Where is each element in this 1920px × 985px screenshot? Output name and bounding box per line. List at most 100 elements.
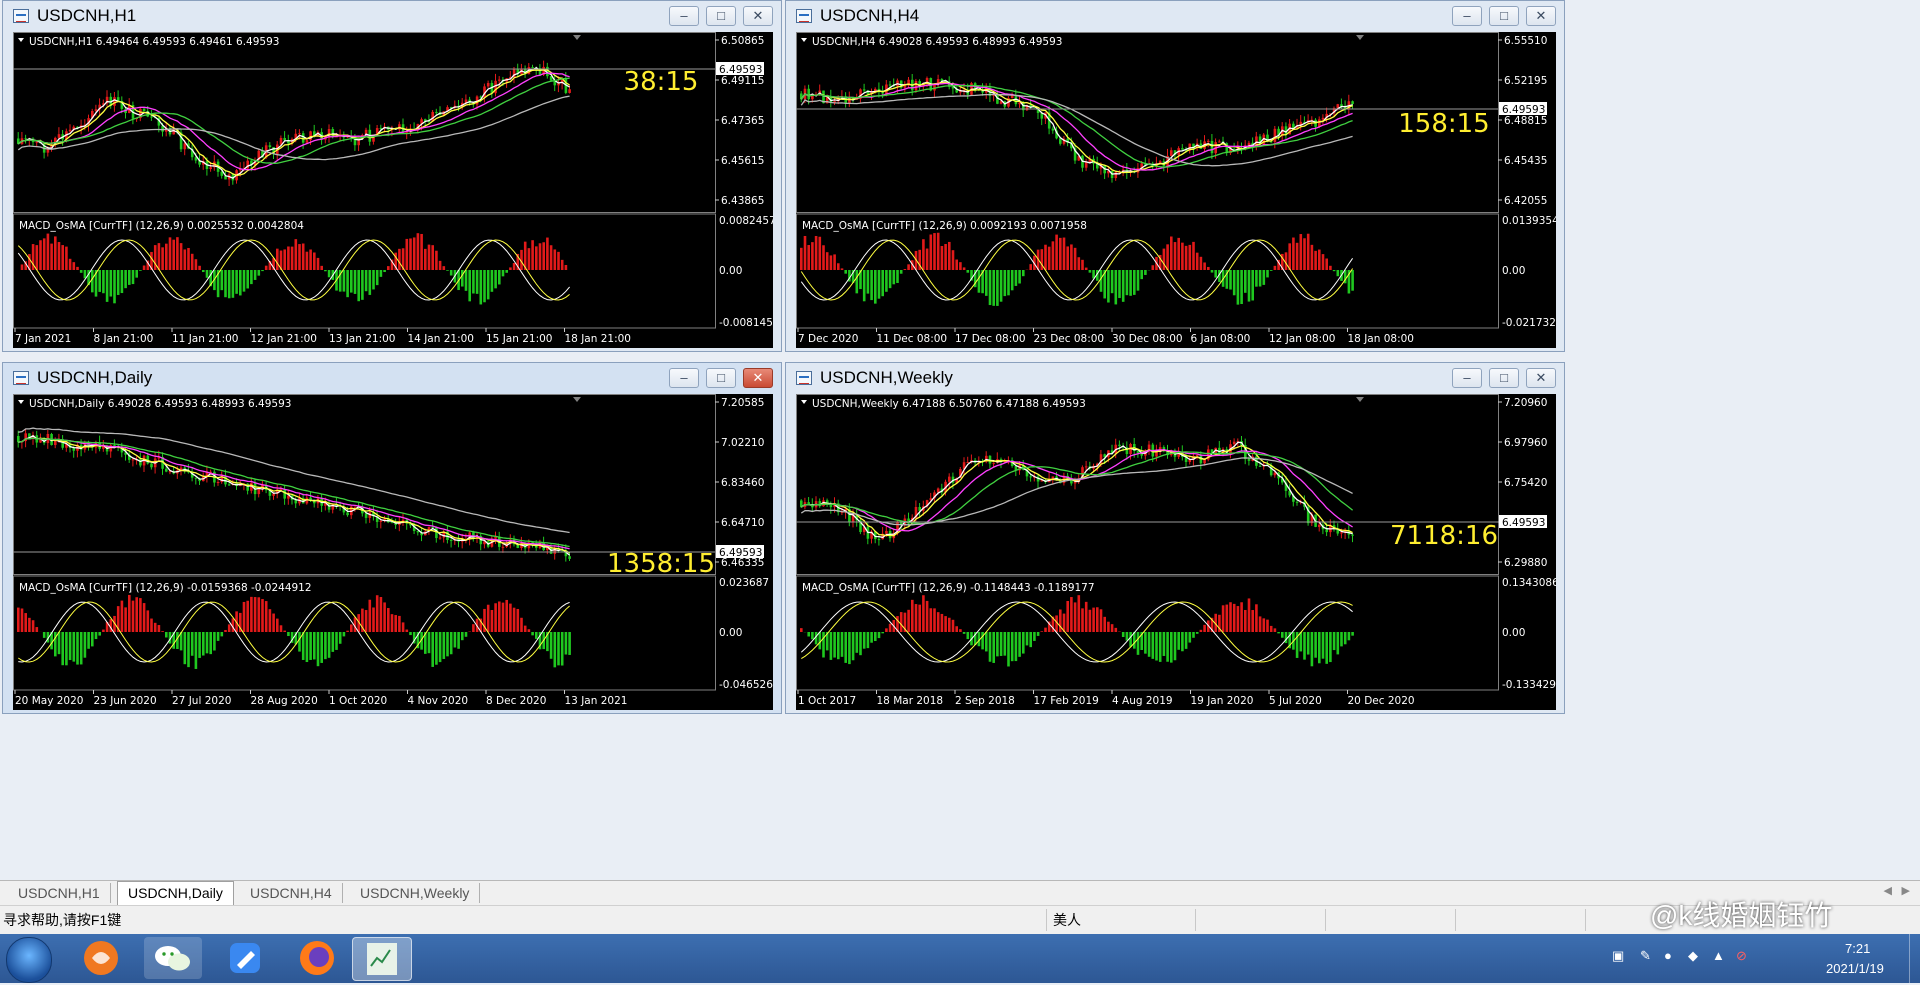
taskbar-app-metatrader-icon[interactable] [352,937,412,981]
candle-body [502,547,505,548]
macd-axis-label: -0.0217328 [1502,317,1556,329]
window-titlebar[interactable]: USDCNH,H4 – □ ✕ [786,1,1564,31]
maximize-button[interactable]: □ [1489,6,1519,26]
minimize-button[interactable]: – [1452,368,1482,388]
candle-body [1325,529,1328,532]
candle-body [17,436,20,442]
macd-histogram-bar [1055,235,1058,270]
tab-weekly[interactable]: USDCNH,Weekly [350,883,480,903]
tray-network-icon[interactable]: ▲ [1712,948,1725,963]
macd-histogram-bar [332,632,335,652]
price-axis-label: 6.64710 [721,517,764,529]
tray-shield-icon[interactable]: ◆ [1688,948,1698,964]
candle-body [450,540,453,541]
macd-histogram-bar [989,632,992,662]
chart-window-weekly[interactable]: USDCNH,Weekly – □ ✕ USDCNH,Weekly 6.4718… [785,362,1565,714]
chart-header-text: USDCNH,Weekly 6.47188 6.50760 6.47188 6.… [812,398,1086,410]
macd-histogram-bar [907,610,910,632]
macd-histogram-bar [874,632,877,641]
macd-histogram-bar [98,270,101,292]
window-titlebar[interactable]: USDCNH,Daily – □ ✕ [3,363,781,393]
minimize-button[interactable]: – [669,6,699,26]
date-axis-label: 1 Oct 2020 [329,695,387,707]
show-desktop-button[interactable] [1909,934,1920,983]
macd-histogram-bar [150,619,153,632]
candle-body [881,92,884,93]
macd-histogram-bar [61,632,64,665]
chart-window-daily[interactable]: USDCNH,Daily – □ ✕ USDCNH,Daily 6.49028 … [2,362,782,714]
tab-daily[interactable]: USDCNH,Daily [117,881,234,905]
tab-scroll-left-icon[interactable]: ◀ [1884,884,1892,897]
macd-histogram-bar [926,601,929,632]
chart-area[interactable]: USDCNH,Daily 6.49028 6.49593 6.48993 6.4… [13,394,773,710]
minimize-button[interactable]: – [1452,6,1482,26]
chart-window-h4[interactable]: USDCNH,H4 – □ ✕ USDCNH,H4 6.49028 6.4959… [785,0,1565,352]
candle-body [1322,118,1325,120]
macd-histogram-bar [1222,605,1225,632]
maximize-button[interactable]: □ [1489,368,1519,388]
macd-histogram-bar [50,244,53,270]
macd-axis-label: 0.0082457 [719,215,773,227]
macd-histogram-bar [147,610,150,632]
macd-histogram-bar [206,270,209,278]
status-bar: 寻求帮助,请按F1键 美人 [0,905,1920,935]
candle-body [487,83,490,86]
start-button[interactable] [6,937,52,983]
macd-histogram-bar [1300,632,1303,651]
macd-histogram-bar [513,608,516,632]
chart-area[interactable]: USDCNH,H4 6.49028 6.49593 6.48993 6.4959… [796,32,1556,348]
taskbar-app-sogou-icon[interactable] [72,937,130,979]
macd-histogram-bar [235,270,238,294]
macd-histogram-bar [1233,270,1236,295]
macd-histogram-bar [1259,616,1262,632]
macd-histogram-bar [1233,604,1236,632]
window-titlebar[interactable]: USDCNH,H1 – □ ✕ [3,1,781,31]
price-chart-svg: USDCNH,Daily 6.49028 6.49593 6.48993 6.4… [13,394,773,710]
macd-histogram-bar [1085,602,1088,632]
tray-feishu-icon[interactable]: ✎ [1640,948,1651,964]
clock-date[interactable]: 2021/1/19 [1826,961,1884,976]
macd-histogram-bar [878,632,881,638]
maximize-button[interactable]: □ [706,368,736,388]
date-axis-label: 7 Jan 2021 [15,333,71,345]
macd-histogram-bar [187,248,190,270]
chart-area[interactable]: USDCNH,H1 6.49464 6.49593 6.49461 6.4959… [13,32,773,348]
taskbar-app-firefox-icon[interactable] [288,937,346,979]
tray-bag-icon[interactable]: ▣ [1612,948,1624,964]
macd-histogram-bar [24,613,27,632]
taskbar-app-wechat-icon[interactable] [144,937,202,979]
macd-histogram-bar [372,607,375,632]
chart-window-h1[interactable]: USDCNH,H1 – □ ✕ USDCNH,H1 6.49464 6.4959… [2,0,782,352]
close-button[interactable]: ✕ [1526,368,1556,388]
macd-histogram-bar [1240,602,1243,632]
macd-histogram-bar [1011,270,1014,290]
macd-histogram-bar [1277,632,1280,633]
maximize-button[interactable]: □ [706,6,736,26]
status-profile[interactable]: 美人 [1046,909,1193,931]
tab-scroll-right-icon[interactable]: ▶ [1902,884,1910,897]
chart-area[interactable]: USDCNH,Weekly 6.47188 6.50760 6.47188 6.… [796,394,1556,710]
clock-time[interactable]: 7:21 [1845,941,1870,956]
macd-histogram-bar [276,249,279,270]
window-titlebar[interactable]: USDCNH,Weekly – □ ✕ [786,363,1564,393]
macd-histogram-bar [1044,628,1047,632]
close-button[interactable]: ✕ [743,368,773,388]
close-button[interactable]: ✕ [1526,6,1556,26]
macd-histogram-bar [922,595,925,632]
tab-h4[interactable]: USDCNH,H4 [240,883,343,903]
candle-body [807,89,810,99]
tray-wechat-icon[interactable]: ● [1664,948,1672,963]
tray-volume-muted-icon[interactable]: ⊘ [1736,948,1747,964]
macd-histogram-bar [844,270,847,274]
taskbar-app-feishu-icon[interactable] [216,937,274,979]
macd-histogram-bar [1351,270,1354,291]
macd-histogram-bar [1174,242,1177,270]
close-button[interactable]: ✕ [743,6,773,26]
macd-histogram-bar [280,625,283,632]
macd-histogram-bar [535,246,538,270]
macd-histogram-bar [461,270,464,287]
candle-body [568,89,571,93]
macd-histogram-bar [1189,632,1192,643]
tab-h1[interactable]: USDCNH,H1 [8,883,111,903]
minimize-button[interactable]: – [669,368,699,388]
